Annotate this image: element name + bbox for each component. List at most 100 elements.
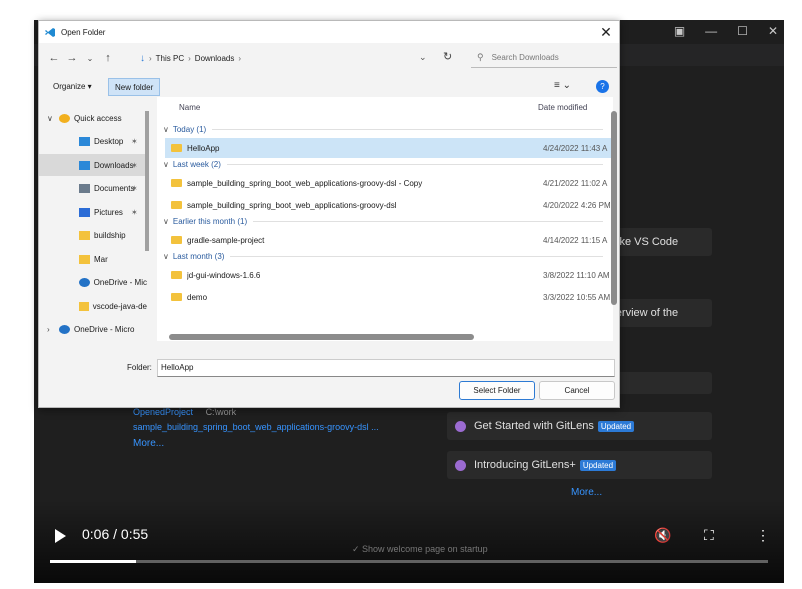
group-header[interactable]: ∨ Last month (3) bbox=[163, 252, 603, 261]
collapse-chevron-icon[interactable]: ∨ bbox=[163, 160, 169, 169]
fullscreen-icon[interactable]: ⛶ bbox=[704, 527, 714, 544]
minimize-icon[interactable]: — bbox=[705, 24, 717, 38]
nav-item[interactable]: Pictures ✶ bbox=[39, 201, 147, 223]
date-column-header[interactable]: Date modified bbox=[538, 103, 587, 112]
breadcrumb-downloads[interactable]: Downloads bbox=[195, 54, 235, 63]
view-options-icon[interactable]: ≡ ⌄ bbox=[554, 80, 571, 91]
organize-button[interactable]: Organize ▾ bbox=[47, 78, 98, 96]
collapse-chevron-icon[interactable]: ∨ bbox=[163, 125, 169, 134]
group-label: Last week (2) bbox=[172, 160, 221, 169]
group-header[interactable]: ∨ Last week (2) bbox=[163, 160, 603, 169]
gitlens-card[interactable]: Introducing GitLens+ Updated bbox=[447, 451, 712, 479]
file-list-vscrollbar[interactable] bbox=[611, 111, 617, 305]
nav-item-label: Pictures bbox=[94, 207, 123, 217]
back-icon[interactable]: ← bbox=[45, 52, 63, 64]
file-date: 4/20/2022 4:26 PM bbox=[543, 200, 611, 210]
search-box[interactable]: ⚲ Search Downloads bbox=[471, 48, 617, 68]
nav-item[interactable]: buildship bbox=[39, 225, 147, 247]
file-list-hscrollbar[interactable] bbox=[169, 334, 474, 340]
window-controls: ▣ — ☐ ✕ bbox=[674, 24, 778, 38]
nav-item[interactable]: vscode-java-de bbox=[39, 295, 147, 317]
navigation-pane: ∨ Quick access Desktop ✶ Downloads ✶ Documents… bbox=[39, 101, 147, 337]
address-row: ← → ⌄ ↑ ↓ › This PC › Downloads › ⌄ ↻ ⚲ … bbox=[39, 46, 621, 70]
nav-item[interactable]: Mar bbox=[39, 248, 147, 270]
nav-item[interactable]: OneDrive - Mic bbox=[39, 272, 147, 294]
nav-item[interactable]: Downloads ✶ bbox=[39, 154, 147, 176]
cancel-button[interactable]: Cancel bbox=[539, 381, 615, 400]
layout-icon[interactable]: ▣ bbox=[674, 24, 685, 38]
expand-chevron-icon[interactable]: ∨ bbox=[47, 114, 53, 123]
nav-item-label: buildship bbox=[94, 231, 126, 240]
show-welcome-label: Show welcome page on startup bbox=[362, 544, 488, 554]
nav-item-label: OneDrive - Micro bbox=[74, 325, 135, 334]
mute-icon[interactable]: 🔇 bbox=[654, 527, 671, 544]
collapse-chevron-icon[interactable]: ∨ bbox=[163, 217, 169, 226]
show-welcome-checkbox[interactable]: ✓ Show welcome page on startup bbox=[352, 544, 488, 555]
dialog-titlebar: Open Folder bbox=[39, 21, 619, 43]
file-row[interactable]: sample_building_spring_boot_web_applicat… bbox=[165, 195, 613, 215]
card-text: Introducing GitLens+ bbox=[474, 459, 576, 471]
file-row[interactable]: HelloApp 4/24/2022 11:43 A bbox=[165, 138, 613, 158]
cloud-icon bbox=[59, 325, 70, 334]
file-list: Name Date modified ∨ Today (1) HelloApp 4/2… bbox=[157, 97, 613, 341]
folder-icon bbox=[171, 179, 182, 187]
gitlens-icon bbox=[455, 420, 466, 432]
file-row[interactable]: jd-gui-windows-1.6.6 3/8/2022 11:10 AM bbox=[165, 265, 613, 285]
up-icon[interactable]: ↑ bbox=[99, 52, 117, 64]
folder-icon bbox=[171, 236, 182, 244]
folder-icon bbox=[79, 301, 89, 311]
folder-input[interactable]: HelloApp bbox=[157, 359, 615, 377]
recent-item[interactable]: OpenedProject C:\work bbox=[133, 407, 236, 417]
recent-path: C:\work bbox=[205, 407, 237, 417]
forward-icon[interactable]: → bbox=[63, 52, 81, 64]
nav-scrollbar[interactable] bbox=[145, 111, 149, 251]
maximize-icon[interactable]: ☐ bbox=[737, 24, 748, 38]
address-dropdown-icon[interactable]: ⌄ bbox=[419, 52, 427, 63]
nav-item-label: Documents bbox=[94, 184, 135, 193]
folder-icon bbox=[79, 254, 90, 264]
breadcrumb-this-pc[interactable]: This PC bbox=[156, 54, 184, 63]
address-bar[interactable]: ↓ › This PC › Downloads › bbox=[140, 48, 460, 68]
file-row[interactable]: demo 3/3/2022 10:55 AM bbox=[165, 287, 613, 307]
new-folder-button[interactable]: New folder bbox=[108, 78, 161, 96]
gitlens-icon bbox=[455, 459, 466, 471]
gitlens-card[interactable]: Get Started with GitLens Updated bbox=[447, 412, 712, 440]
nav-item[interactable]: ∨ Quick access bbox=[39, 107, 147, 129]
file-row[interactable]: sample_building_spring_boot_web_applicat… bbox=[165, 173, 613, 193]
help-icon[interactable]: ? bbox=[596, 80, 609, 93]
file-row[interactable]: gradle-sample-project 4/14/2022 11:15 A bbox=[165, 230, 613, 250]
pin-icon: ✶ bbox=[131, 160, 138, 170]
recent-item[interactable]: sample_building_spring_boot_web_applicat… bbox=[133, 422, 379, 432]
nav-item[interactable]: › OneDrive - Micro bbox=[39, 319, 147, 341]
file-date: 4/24/2022 11:43 A bbox=[543, 143, 608, 153]
nav-item-label: Downloads bbox=[94, 160, 134, 170]
file-name: gradle-sample-project bbox=[187, 235, 265, 245]
nav-item[interactable]: Documents ✶ bbox=[39, 178, 147, 200]
recent-more-link[interactable]: More... bbox=[133, 438, 164, 449]
group-label: Today (1) bbox=[172, 125, 207, 134]
more-options-icon[interactable]: ⋮ bbox=[756, 527, 770, 544]
dialog-toolbar: Organize ▾ New folder ≡ ⌄ ? bbox=[39, 76, 621, 98]
close-window-icon[interactable]: ✕ bbox=[768, 24, 778, 38]
expand-chevron-icon[interactable]: › bbox=[47, 325, 50, 334]
open-folder-dialog: Open Folder ✕ ← → ⌄ ↑ ↓ › This PC › Down… bbox=[38, 20, 620, 408]
recent-name: OpenedProject bbox=[133, 407, 194, 417]
file-date: 4/21/2022 11:02 A bbox=[543, 178, 608, 188]
download-icon bbox=[79, 160, 90, 170]
name-column-header[interactable]: Name bbox=[179, 103, 200, 112]
recent-locations-icon[interactable]: ⌄ bbox=[81, 54, 99, 63]
cloud-icon bbox=[79, 278, 90, 287]
card-text: Get Started with GitLens bbox=[474, 420, 594, 432]
walkthrough-more-link[interactable]: More... bbox=[571, 487, 602, 498]
refresh-icon[interactable]: ↻ bbox=[443, 50, 452, 63]
vscode-icon bbox=[45, 27, 55, 37]
nav-item[interactable]: Desktop ✶ bbox=[39, 131, 147, 153]
folder-icon bbox=[171, 293, 182, 301]
play-icon[interactable] bbox=[52, 528, 68, 544]
close-icon[interactable]: ✕ bbox=[599, 24, 613, 41]
group-header[interactable]: ∨ Today (1) bbox=[163, 125, 603, 134]
group-header[interactable]: ∨ Earlier this month (1) bbox=[163, 217, 603, 226]
select-folder-button[interactable]: Select Folder bbox=[459, 381, 535, 400]
collapse-chevron-icon[interactable]: ∨ bbox=[163, 252, 169, 261]
progress-bar[interactable] bbox=[50, 560, 768, 563]
